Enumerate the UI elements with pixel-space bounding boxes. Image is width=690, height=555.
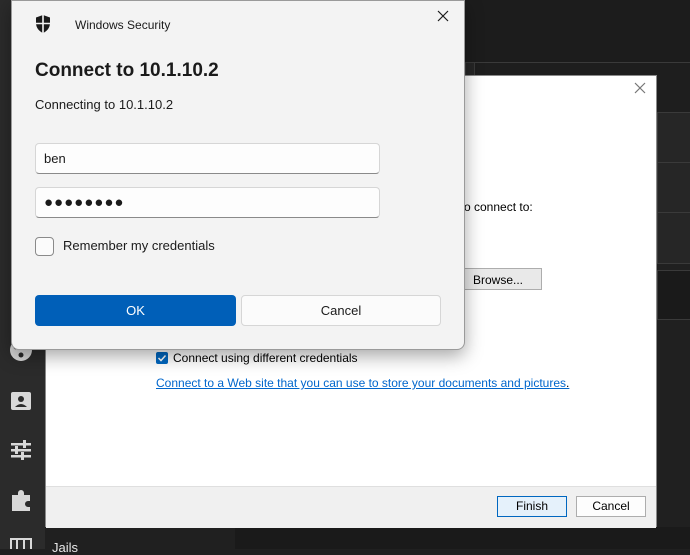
cancel-button[interactable]: Cancel <box>241 295 441 326</box>
different-credentials-checkbox[interactable] <box>156 352 168 364</box>
close-icon <box>634 82 646 94</box>
checkmark-icon <box>157 354 167 362</box>
web-site-link-text[interactable]: Connect to a Web site that you can use t… <box>156 376 566 390</box>
dialog-subtext: Connecting to 10.1.10.2 <box>35 97 174 112</box>
sliders-icon[interactable] <box>8 437 34 463</box>
dialog-close-button[interactable] <box>434 7 452 25</box>
background-cell <box>657 270 690 320</box>
contact-icon[interactable] <box>8 388 34 414</box>
wizard-footer: Finish Cancel <box>46 486 656 528</box>
windows-security-dialog: Windows Security Connect to 10.1.10.2 Co… <box>11 0 465 350</box>
background-cell <box>657 212 690 264</box>
close-icon <box>437 10 449 22</box>
remember-credentials-label[interactable]: Remember my credentials <box>63 238 215 253</box>
different-credentials-row[interactable]: Connect using different credentials <box>156 351 358 365</box>
dialog-heading: Connect to 10.1.10.2 <box>35 60 219 81</box>
sidebar-item-jails[interactable]: Jails <box>52 540 78 555</box>
browse-button[interactable]: Browse... <box>454 268 542 290</box>
background-cell <box>657 162 690 214</box>
finish-button[interactable]: Finish <box>497 496 567 517</box>
dialog-app-title: Windows Security <box>75 18 171 32</box>
shield-icon <box>36 15 50 33</box>
wizard-close-button[interactable] <box>632 82 648 98</box>
background-bottom-dark <box>235 527 690 549</box>
ok-button[interactable]: OK <box>35 295 236 326</box>
puzzle-icon[interactable] <box>8 487 34 513</box>
wizard-cancel-button[interactable]: Cancel <box>576 496 646 517</box>
jail-icon[interactable] <box>8 537 34 549</box>
wizard-connect-to-text: o connect to: <box>464 200 533 214</box>
different-credentials-label: Connect using different credentials <box>173 351 358 365</box>
background-cell <box>657 112 690 164</box>
username-field[interactable]: ben <box>35 143 380 174</box>
web-site-link[interactable]: Connect to a Web site that you can use t… <box>156 376 569 390</box>
web-site-link-suffix: . <box>566 376 570 390</box>
password-field[interactable]: ●●●●●●●● <box>35 187 380 218</box>
remember-credentials-checkbox[interactable] <box>35 237 54 256</box>
